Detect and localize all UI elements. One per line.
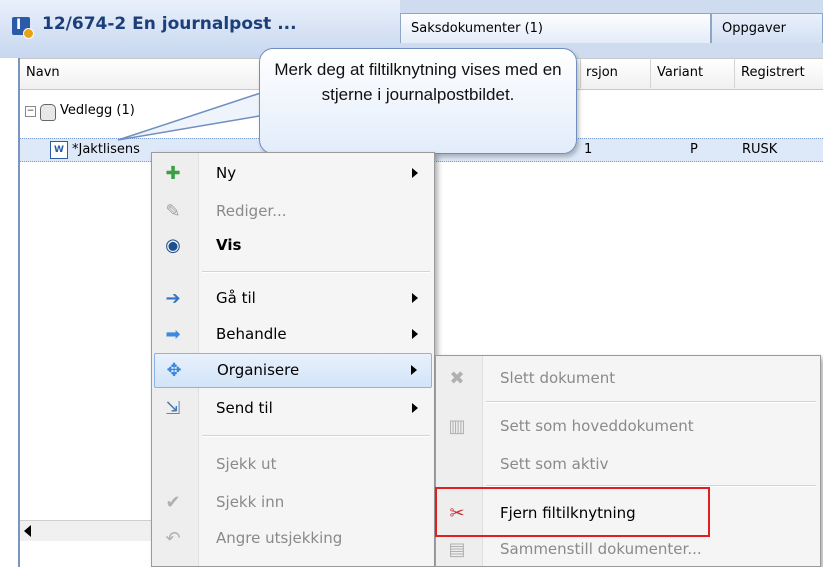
menu-item-organisere[interactable]: ✥ Organisere [154, 353, 432, 388]
goto-arrow-icon: ➔ [165, 288, 181, 309]
scroll-left-arrow-icon[interactable] [24, 525, 31, 537]
menu-item-behandle[interactable]: ➡ Behandle [154, 318, 432, 350]
menu-item-send-til[interactable]: ⇲ Send til [154, 392, 432, 424]
eye-icon: ◉ [165, 235, 181, 256]
tab-oppgaver[interactable]: Oppgaver [711, 13, 823, 43]
organize-icon: ✥ [166, 360, 182, 381]
journal-app-icon: I [12, 17, 34, 39]
menu-item-slett-dokument[interactable]: ✖ Slett dokument [438, 362, 818, 394]
journal-title: 12/674-2 En journalpost ... [42, 14, 297, 34]
tree-collapse-toggle[interactable]: − [25, 106, 36, 117]
menu-item-rediger[interactable]: ✎ Rediger... [154, 195, 432, 227]
panel-border [18, 58, 20, 567]
checkmark-icon: ✔ [165, 492, 181, 513]
menu-item-sett-som-aktiv[interactable]: Sett som aktiv [438, 448, 818, 480]
submenu-arrow-icon [412, 168, 418, 178]
word-document-icon: W [50, 141, 68, 159]
context-menu: ✚ Ny ✎ Rediger... ◉ Vis ➔ Gå til ➡ Behan… [151, 152, 435, 567]
menu-item-sett-som-hoveddokument[interactable]: ▥ Sett som hoveddokument [438, 410, 818, 442]
highlight-box [435, 487, 710, 537]
menu-item-angre-utsjekking[interactable]: ↶ Angre utsjekking [154, 522, 432, 554]
document-registered-by: RUSK [742, 142, 778, 157]
column-header-variant[interactable]: Variant [650, 58, 734, 88]
tree-node-vedlegg[interactable]: Vedlegg (1) [60, 103, 135, 118]
callout-text: Merk deg at filtilknytning vises med en … [274, 60, 562, 104]
document-variant: P [690, 142, 698, 157]
menu-item-sjekk-ut[interactable]: Sjekk ut [154, 448, 432, 480]
merge-documents-icon: ▤ [448, 539, 466, 560]
callout-tooltip: Merk deg at filtilknytning vises med en … [259, 48, 577, 154]
submenu-arrow-icon [412, 329, 418, 339]
document-version: 1 [584, 142, 593, 157]
plus-icon: ✚ [165, 163, 181, 184]
submenu-arrow-icon [412, 293, 418, 303]
submenu-arrow-icon [412, 403, 418, 413]
menu-item-sammenstill-dokumenter[interactable]: ▤ Sammenstill dokumenter... [438, 533, 818, 565]
attachment-folder-icon [40, 104, 56, 121]
delete-x-icon: ✖ [449, 368, 465, 389]
column-header-versjon[interactable]: rsjon [580, 58, 650, 88]
column-header-registrert[interactable]: Registrert [734, 58, 823, 88]
undo-icon: ↶ [165, 528, 181, 549]
document-name[interactable]: *Jaktlisens [72, 142, 140, 157]
tab-saksdokumenter[interactable]: Saksdokumenter (1) [400, 13, 711, 43]
pencil-icon: ✎ [165, 201, 181, 222]
horizontal-scrollbar[interactable] [20, 520, 160, 541]
menu-item-sjekk-inn[interactable]: ✔ Sjekk inn [154, 486, 432, 518]
menu-item-vis[interactable]: ◉ Vis [154, 229, 432, 261]
submenu-arrow-icon [411, 365, 417, 375]
menu-item-ga-til[interactable]: ➔ Gå til [154, 282, 432, 314]
main-document-icon: ▥ [448, 416, 466, 437]
process-arrow-icon: ➡ [165, 324, 181, 345]
menu-item-ny[interactable]: ✚ Ny [154, 157, 432, 189]
send-icon: ⇲ [165, 398, 181, 419]
